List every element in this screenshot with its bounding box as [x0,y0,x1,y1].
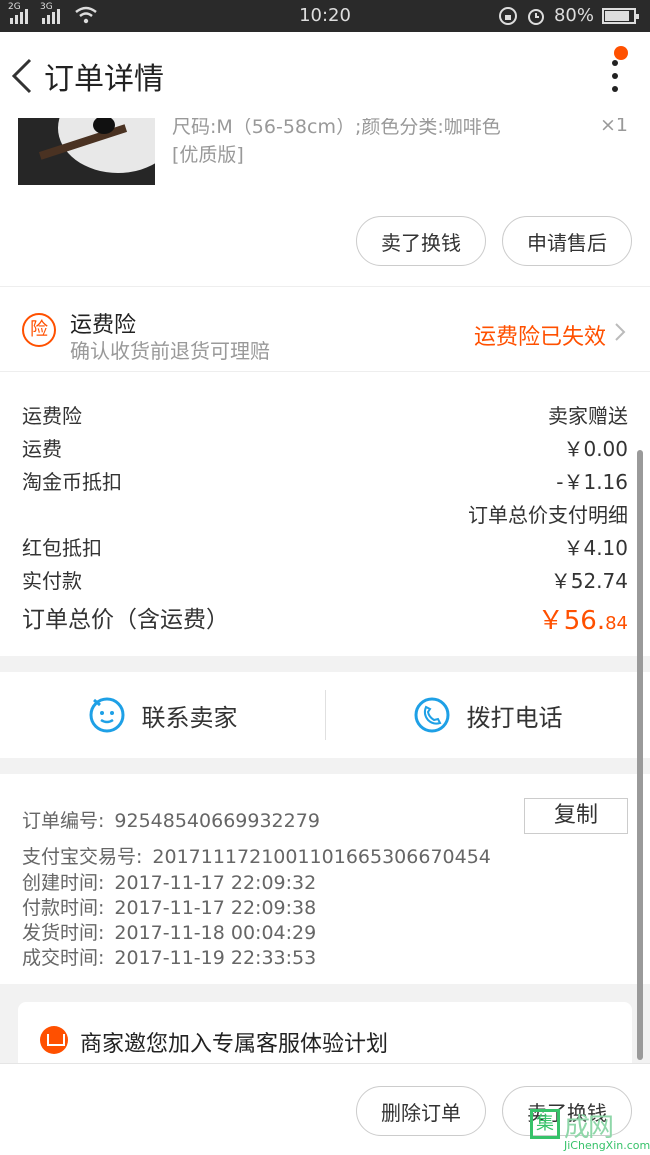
created-time-row: 创建时间: 2017-11-17 22:09:32 [22,868,316,895]
more-menu-icon[interactable] [610,60,620,94]
fee-value: 卖家赠送 [548,404,628,428]
watermark-logo: 集 成网 JiChengXin.com [528,1105,650,1155]
service-promo-card[interactable]: 商家邀您加入专属客服体验计划 [18,1002,632,1072]
fee-value: ￥4.10 [563,536,628,560]
crown-icon [40,1026,68,1054]
order-number-row: 订单编号: 92548540669932279 [22,806,320,833]
alipay-trade-label: 支付宝交易号: [22,846,143,868]
call-phone-label: 拨打电话 [466,703,563,732]
created-time-value: 2017-11-17 22:09:32 [114,872,317,894]
payment-breakdown-link[interactable]: 订单总价支付明细 [22,499,628,529]
order-info: 订单编号: 92548540669932279 复制 支付宝交易号: 2017111… [0,774,650,984]
alarm-icon [527,8,544,25]
fee-row: 运费 ￥0.00 [22,433,628,463]
fee-value: ￥0.00 [563,437,628,461]
chevron-right-icon [615,323,626,341]
fee-value: ￥52.74 [550,569,628,593]
page-title: 订单详情 [44,62,164,97]
notification-dot [614,46,628,60]
phone-icon [414,697,449,733]
copy-button[interactable]: 复制 [524,798,628,834]
paid-time-label: 付款时间: [22,897,105,919]
product-version: [优质版] [172,144,244,166]
order-total-value: ￥56.84 [537,606,628,636]
status-bar: 2G 3G 10:20 80% [0,0,650,32]
fee-value: -￥1.16 [556,470,628,494]
alipay-trade-value: 2017111721001101665306670454 [152,846,491,868]
shipped-time-value: 2017-11-18 00:04:29 [114,922,317,944]
scrollbar[interactable] [637,450,643,1060]
promo-text: 商家邀您加入专属客服体验计划 [80,1032,389,1057]
payment-breakdown-label[interactable]: 订单总价支付明细 [468,499,628,528]
contact-seller-button[interactable]: 联系卖家 [0,672,325,758]
delete-order-button[interactable]: 删除订单 [356,1086,486,1136]
insurance-icon: 险 [22,313,56,347]
call-phone-button[interactable]: 拨打电话 [325,672,650,758]
completed-time-label: 成交时间: [22,947,105,969]
back-arrow-icon[interactable] [8,56,36,96]
paid-time-row: 付款时间: 2017-11-17 22:09:38 [22,893,316,920]
contact-seller-label: 联系卖家 [141,703,238,732]
product-image[interactable] [18,118,155,185]
order-number-value: 92548540669932279 [114,810,320,832]
completed-time-row: 成交时间: 2017-11-19 22:33:53 [22,943,316,970]
alipay-trade-row: 支付宝交易号: 2017111721001101665306670454 [22,842,491,869]
fee-label: 实付款 [22,569,82,593]
product-quantity: ×1 [599,118,628,136]
aftersale-button[interactable]: 申请售后 [502,216,632,266]
sell-button[interactable]: 卖了换钱 [356,216,486,266]
completed-time-value: 2017-11-19 22:33:53 [114,947,317,969]
contact-bar: 联系卖家 拨打电话 [0,672,650,758]
paid-time-value: 2017-11-17 22:09:38 [114,897,317,919]
chat-icon [89,697,124,733]
order-total-label: 订单总价（含运费） [22,607,229,633]
item-card: 尺码:M（56-58cm）;颜色分类:咖啡色 [优质版] ×1 卖了换钱 申请售… [0,118,650,286]
order-number-label: 订单编号: [22,810,105,832]
shipping-insurance-row[interactable]: 险 运费险 确认收货前退货可理赔 运费险已失效 [0,286,650,372]
product-spec: 尺码:M（56-58cm）;颜色分类:咖啡色 [172,118,501,138]
insurance-subtitle: 确认收货前退货可理赔 [70,339,270,363]
fee-row: 实付款 ￥52.74 [22,565,628,595]
battery-icon [602,7,639,24]
created-time-label: 创建时间: [22,872,105,894]
shipped-time-row: 发货时间: 2017-11-18 00:04:29 [22,918,316,945]
shipped-time-label: 发货时间: [22,922,105,944]
nav-bar: 订单详情 [0,32,650,118]
fee-row: 运费险 卖家赠送 [22,400,628,430]
fee-label: 淘金币抵扣 [22,470,122,494]
fee-row: 红包抵扣 ￥4.10 [22,532,628,562]
fee-label: 运费险 [22,404,82,428]
rotation-lock-icon [498,6,517,25]
battery-percent: 80% [553,5,594,26]
fee-details: 运费险 卖家赠送 运费 ￥0.00 淘金币抵扣 -￥1.16 订单总价支付明细 … [0,372,650,656]
fee-label: 红包抵扣 [22,536,102,560]
order-total-row: 订单总价（含运费） ￥56.84 [22,600,628,636]
fee-label: 运费 [22,437,62,461]
insurance-status: 运费险已失效 [473,325,606,350]
fee-row: 淘金币抵扣 -￥1.16 [22,466,628,496]
